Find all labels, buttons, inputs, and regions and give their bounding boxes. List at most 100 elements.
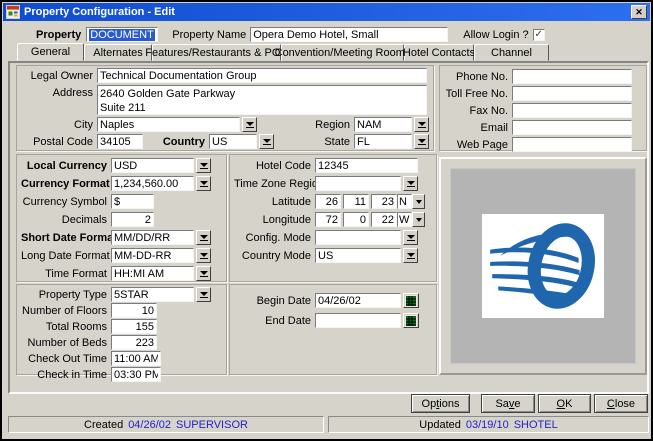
app-icon bbox=[6, 5, 20, 19]
time-zone-lov-button[interactable] bbox=[403, 176, 418, 191]
check-out-time-input[interactable] bbox=[111, 351, 161, 366]
check-out-time-label: Check Out Time bbox=[21, 353, 107, 365]
legal-owner-label: Legal Owner bbox=[21, 70, 93, 82]
address-label: Address bbox=[21, 87, 93, 99]
currency-format-lov-button[interactable] bbox=[196, 176, 211, 191]
local-currency-label: Local Currency bbox=[21, 160, 107, 172]
total-rooms-input[interactable] bbox=[111, 319, 157, 334]
city-input[interactable] bbox=[97, 117, 240, 132]
toll-free-no-label: Toll Free No. bbox=[444, 88, 508, 100]
short-date-format-input[interactable] bbox=[111, 230, 194, 245]
state-lov-button[interactable] bbox=[414, 134, 429, 149]
property-type-label: Property Type bbox=[21, 289, 107, 301]
latitude-dir-input[interactable] bbox=[397, 194, 412, 209]
options-button[interactable]: Options bbox=[411, 394, 470, 413]
country-mode-lov-button[interactable] bbox=[403, 248, 418, 263]
tab-features-restaurants-pos[interactable]: Features/Restaurants & POS bbox=[152, 44, 281, 61]
fax-no-label: Fax No. bbox=[444, 105, 508, 117]
check-in-time-input[interactable] bbox=[111, 367, 161, 382]
property-type-lov-button[interactable] bbox=[196, 287, 211, 302]
number-of-beds-input[interactable] bbox=[111, 335, 157, 350]
created-status-panel: Created 04/26/02 SUPERVISOR bbox=[8, 416, 324, 433]
config-mode-input[interactable] bbox=[315, 230, 401, 245]
close-window-button[interactable]: Close bbox=[594, 394, 648, 413]
save-button[interactable]: Save bbox=[481, 394, 535, 413]
tab-strip: General Alternates Features/Restaurants … bbox=[17, 43, 549, 61]
web-page-label: Web Page bbox=[444, 139, 508, 151]
longitude-sec-input[interactable] bbox=[371, 212, 397, 227]
titlebar[interactable]: Property Configuration - Edit ✕ bbox=[3, 3, 650, 21]
local-currency-lov-button[interactable] bbox=[196, 158, 211, 173]
address-input[interactable]: 2640 Golden Gate Parkway Suite 211 bbox=[97, 85, 427, 115]
country-mode-input[interactable] bbox=[315, 248, 401, 263]
tab-channel[interactable]: Channel bbox=[474, 44, 549, 61]
longitude-deg-input[interactable] bbox=[315, 212, 341, 227]
config-mode-label: Config. Mode bbox=[234, 232, 311, 244]
longitude-dir-input[interactable] bbox=[397, 212, 412, 227]
lov-dropdown-icon bbox=[200, 163, 208, 169]
country-label: Country bbox=[153, 136, 205, 148]
longitude-dir-dropdown-button[interactable] bbox=[412, 212, 425, 227]
lov-dropdown-icon bbox=[418, 139, 426, 145]
toll-free-no-input[interactable] bbox=[512, 86, 632, 101]
email-label: Email bbox=[444, 122, 508, 134]
property-type-input[interactable] bbox=[111, 287, 194, 302]
end-date-calendar-button[interactable] bbox=[403, 313, 419, 328]
country-input[interactable] bbox=[209, 134, 257, 149]
updated-status-panel: Updated 03/19/10 SHOTEL bbox=[328, 416, 649, 433]
tab-hotel-contacts[interactable]: Hotel Contacts bbox=[404, 44, 474, 61]
general-tab-panel: Legal Owner Address 2640 Golden Gate Par… bbox=[8, 61, 649, 394]
fax-no-input[interactable] bbox=[512, 103, 632, 118]
latitude-dir-dropdown-button[interactable] bbox=[412, 194, 425, 209]
property-name-input[interactable] bbox=[250, 27, 448, 42]
time-zone-region-input[interactable] bbox=[315, 176, 401, 191]
legal-owner-input[interactable] bbox=[97, 68, 427, 83]
region-input[interactable] bbox=[354, 117, 412, 132]
close-icon: ✕ bbox=[635, 7, 643, 18]
header-row: Property DOCUMENT Property Name Allow Lo… bbox=[2, 25, 651, 44]
local-currency-input[interactable] bbox=[111, 158, 194, 173]
country-lov-button[interactable] bbox=[259, 134, 274, 149]
property-input[interactable]: DOCUMENT bbox=[86, 27, 158, 42]
latitude-label: Latitude bbox=[234, 196, 311, 208]
close-button[interactable]: ✕ bbox=[631, 5, 647, 19]
tab-alternates[interactable]: Alternates bbox=[84, 44, 152, 61]
lov-dropdown-icon bbox=[407, 235, 415, 241]
ok-button[interactable]: OK bbox=[538, 394, 591, 413]
begin-date-input[interactable] bbox=[315, 293, 401, 308]
longitude-min-input[interactable] bbox=[343, 212, 369, 227]
currency-symbol-label: Currency Symbol bbox=[21, 196, 107, 208]
time-format-lov-button[interactable] bbox=[196, 266, 211, 281]
tab-convention-meeting-rooms[interactable]: Convention/Meeting Rooms bbox=[281, 44, 404, 61]
number-of-floors-input[interactable] bbox=[111, 303, 157, 318]
latitude-sec-input[interactable] bbox=[371, 194, 397, 209]
allow-login-checkbox[interactable]: ✓ bbox=[533, 29, 545, 41]
hotel-code-input[interactable] bbox=[315, 158, 418, 173]
decimals-input[interactable] bbox=[111, 212, 154, 227]
long-date-format-input[interactable] bbox=[111, 248, 194, 263]
region-label: Region bbox=[302, 119, 350, 131]
end-date-input[interactable] bbox=[315, 313, 401, 328]
short-date-format-lov-button[interactable] bbox=[196, 230, 211, 245]
currency-symbol-input[interactable] bbox=[111, 194, 154, 209]
address-group: Legal Owner Address 2640 Golden Gate Par… bbox=[16, 65, 434, 151]
begin-date-calendar-button[interactable] bbox=[403, 293, 419, 308]
web-page-input[interactable] bbox=[512, 137, 632, 152]
lov-dropdown-icon bbox=[200, 253, 208, 259]
phone-no-label: Phone No. bbox=[444, 71, 508, 83]
latitude-min-input[interactable] bbox=[343, 194, 369, 209]
config-mode-lov-button[interactable] bbox=[403, 230, 418, 245]
currency-format-input[interactable] bbox=[111, 176, 194, 191]
action-button-row: Options Save OK Close bbox=[411, 394, 648, 413]
time-format-label: Time Format bbox=[21, 268, 107, 280]
postal-code-input[interactable] bbox=[97, 134, 143, 149]
email-input[interactable] bbox=[512, 120, 632, 135]
region-lov-button[interactable] bbox=[414, 117, 429, 132]
city-lov-button[interactable] bbox=[242, 117, 257, 132]
phone-no-input[interactable] bbox=[512, 69, 632, 84]
state-input[interactable] bbox=[354, 134, 412, 149]
time-format-input[interactable] bbox=[111, 266, 194, 281]
long-date-format-lov-button[interactable] bbox=[196, 248, 211, 263]
latitude-deg-input[interactable] bbox=[315, 194, 341, 209]
tab-general[interactable]: General bbox=[17, 43, 84, 61]
